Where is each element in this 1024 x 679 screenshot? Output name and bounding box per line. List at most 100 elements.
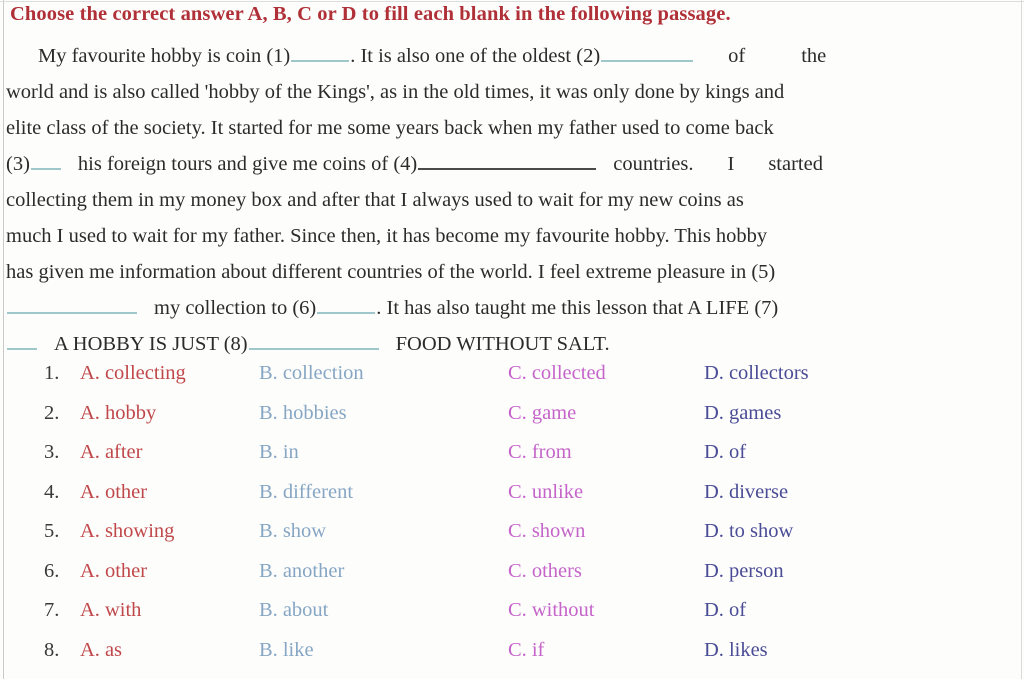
option-a-text: with (104, 599, 142, 621)
option-a[interactable]: A. after (80, 441, 259, 464)
option-b[interactable]: B. like (259, 639, 508, 662)
worksheet-page: Choose the correct answer A, B, C or D t… (0, 0, 1024, 679)
option-d-text: of (728, 599, 747, 621)
option-a[interactable]: A. showing (80, 520, 259, 543)
option-a[interactable]: A. hobby (80, 402, 259, 425)
option-letter-d: D. (704, 599, 724, 621)
option-d[interactable]: D. collectors (704, 362, 904, 385)
page-right-rule (1021, 0, 1022, 679)
option-a-text: collecting (104, 362, 186, 384)
passage-line-6: much I used to wait for my father. Since… (6, 225, 768, 247)
option-b[interactable]: B. collection (259, 362, 508, 385)
option-d[interactable]: D. likes (704, 639, 904, 662)
passage-line-4: (3) his foreign tours and give me coins o… (6, 146, 1018, 182)
option-a-text: as (104, 638, 123, 661)
option-row-number: 5. (44, 520, 60, 542)
passage-body: My favourite hobby is coin (1) . It is al… (6, 38, 1018, 362)
option-letter-a: A. (80, 401, 100, 424)
option-b[interactable]: B. in (259, 441, 508, 464)
option-letter-c: C. (508, 480, 527, 503)
option-b[interactable]: B. show (259, 520, 508, 543)
option-c[interactable]: C. shown (508, 520, 704, 543)
blank-6[interactable] (317, 294, 376, 314)
option-letter-a: A. (80, 599, 100, 621)
option-letter-a: A. (80, 480, 100, 503)
option-d-text: diverse (728, 480, 789, 503)
blank-2[interactable] (601, 42, 694, 62)
blank-1[interactable] (291, 42, 350, 62)
option-a[interactable]: A. collecting (80, 362, 259, 385)
option-c-text: without (531, 599, 595, 621)
option-d[interactable]: D. diverse (704, 481, 904, 504)
passage-line-4-part-e: started (768, 153, 823, 175)
passage-line-3: elite class of the society. It started f… (6, 117, 774, 139)
option-a[interactable]: A. with (80, 599, 259, 622)
option-c[interactable]: C. collected (508, 362, 704, 385)
option-b-text: collection (282, 362, 364, 384)
passage-line-8-part-a: my collection to (6) (154, 297, 317, 319)
option-letter-c: C. (508, 559, 527, 582)
option-row-8: 8. A. as B. like C. if D. likes (44, 639, 1004, 679)
option-a-text: other (104, 559, 148, 582)
option-c[interactable]: C. game (508, 402, 704, 425)
option-c-text: game (531, 401, 577, 424)
option-d[interactable]: D. of (704, 441, 904, 464)
blank-7[interactable] (7, 330, 37, 350)
option-d[interactable]: D. games (704, 402, 904, 425)
option-b-text: in (282, 441, 299, 463)
option-c-text: others (531, 559, 582, 582)
option-c[interactable]: C. unlike (508, 481, 704, 504)
option-d[interactable]: D. to show (704, 520, 904, 543)
option-c-text: from (531, 441, 572, 463)
answer-options-list: 1. A. collecting B. collection C. collected… (44, 362, 1004, 678)
passage-line-4-part-d: I (727, 153, 735, 175)
option-d[interactable]: D. of (704, 599, 904, 622)
option-letter-c: C. (508, 599, 527, 621)
option-letter-c: C. (508, 401, 527, 424)
option-a[interactable]: A. other (80, 481, 259, 504)
blank-5[interactable] (7, 294, 137, 314)
passage-line-1-part-d: the (801, 45, 827, 67)
option-letter-b: B. (259, 401, 278, 424)
option-c[interactable]: C. from (508, 441, 704, 464)
option-letter-d: D. (704, 362, 724, 384)
passage-line-8-part-b: . It has also taught me this lesson that… (376, 297, 779, 319)
option-letter-b: B. (259, 559, 278, 582)
passage-line-8: my collection to (6) . It has also taught… (6, 290, 1018, 326)
option-b-text: hobbies (282, 401, 347, 424)
option-c[interactable]: C. if (508, 639, 704, 662)
option-row-number: 6. (44, 559, 60, 582)
option-b[interactable]: B. hobbies (259, 402, 508, 425)
option-d-text: collectors (728, 362, 809, 384)
passage-line-1-part-c: of (728, 45, 746, 67)
option-d-text: person (728, 559, 784, 582)
option-a[interactable]: A. other (80, 560, 259, 583)
option-c-text: shown (531, 520, 586, 542)
option-row-number: 2. (44, 401, 60, 424)
option-letter-d: D. (704, 401, 724, 424)
passage-line-1: My favourite hobby is coin (1) . It is al… (6, 38, 1018, 74)
option-a-text: showing (104, 520, 175, 542)
option-letter-d: D. (704, 559, 724, 582)
option-d-text: to show (728, 520, 794, 542)
option-b[interactable]: B. another (259, 560, 508, 583)
blank-8[interactable] (248, 330, 379, 350)
option-row-7: 7. A. with B. about C. without D. of (44, 599, 1004, 639)
option-d-text: of (728, 441, 747, 463)
option-b[interactable]: B. different (259, 481, 508, 504)
page-left-rule (3, 0, 4, 679)
option-a[interactable]: A. as (80, 639, 259, 662)
blank-3[interactable] (30, 150, 61, 170)
option-letter-d: D. (704, 441, 724, 463)
option-b[interactable]: B. about (259, 599, 508, 622)
option-row-6: 6. A. other B. another C. others D. person (44, 560, 1004, 600)
option-c[interactable]: C. without (508, 599, 704, 622)
option-c[interactable]: C. others (508, 560, 704, 583)
option-row-3: 3. A. after B. in C. from D. of (44, 441, 1004, 481)
passage-line-1-part-a: My favourite hobby is coin (1) (38, 45, 291, 67)
option-letter-b: B. (259, 520, 278, 542)
blank-4[interactable] (418, 150, 597, 170)
option-d[interactable]: D. person (704, 560, 904, 583)
option-letter-c: C. (508, 638, 527, 661)
passage-line-9: A HOBBY IS JUST (8) FOOD WITHOUT SALT. (6, 326, 1018, 362)
